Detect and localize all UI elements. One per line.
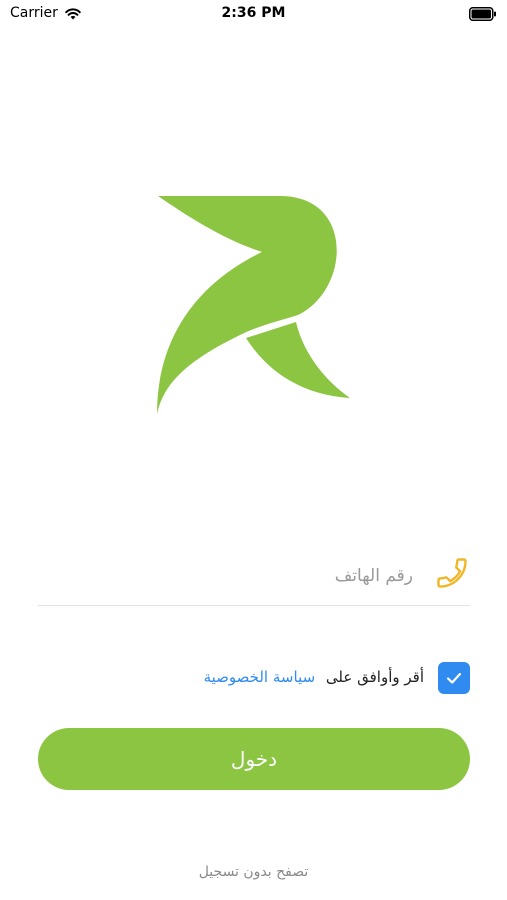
terms-checkbox[interactable] [438,662,470,694]
browse-without-registration-link[interactable]: تصفح بدون تسجيل [0,864,507,880]
battery-icon [469,7,496,21]
status-right [469,6,497,25]
terms-text: أقر وأوافق على سياسة الخصوصية [204,668,424,686]
phone-input[interactable] [51,557,415,595]
status-bar: Carrier 2:36 PM [0,0,507,28]
status-time: 2:36 PM [221,5,286,21]
terms-row: أقر وأوافق على سياسة الخصوصية [38,660,470,696]
login-button[interactable]: دخول [38,728,470,790]
phone-field-row [38,545,470,606]
terms-prefix: أقر وأوافق على [325,668,424,686]
logo-lower-shape [246,322,350,398]
phone-icon [437,558,467,588]
privacy-policy-link[interactable]: سياسة الخصوصية [204,668,316,686]
checkmark-icon [446,672,462,684]
brand-logo [157,196,350,414]
